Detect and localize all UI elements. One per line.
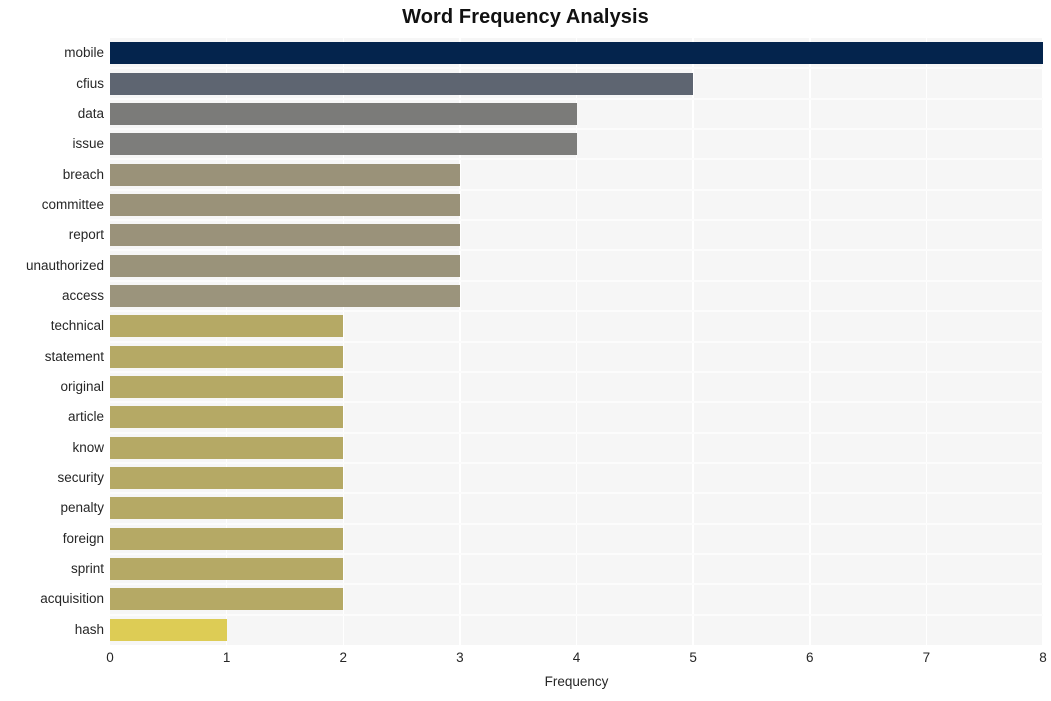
y-axis-tick-label: penalty: [60, 500, 104, 516]
y-axis-tick-label: committee: [41, 196, 104, 212]
bar: [110, 284, 460, 307]
y-axis-tick-label: foreign: [62, 530, 104, 546]
chart-title: Word Frequency Analysis: [402, 6, 649, 28]
y-gridline: [110, 431, 1043, 434]
bar: [110, 133, 577, 156]
bar: [110, 254, 460, 277]
y-gridline: [110, 219, 1043, 222]
y-gridline: [110, 461, 1043, 464]
y-axis-tick-label: unauthorized: [25, 257, 104, 273]
y-axis-tick-label: original: [60, 379, 104, 395]
y-gridline: [110, 279, 1043, 282]
y-gridline: [110, 613, 1043, 616]
y-gridline: [110, 370, 1043, 373]
y-gridline: [110, 401, 1043, 404]
x-axis-tick-label: 1: [222, 650, 231, 665]
y-axis-tick-label: sprint: [70, 561, 104, 577]
bar: [110, 497, 344, 520]
y-axis-tick-label: technical: [50, 318, 104, 334]
x-axis-tick-label: 4: [572, 650, 581, 665]
y-gridline: [110, 249, 1043, 252]
x-axis-tick-label: 5: [689, 650, 697, 665]
bar: [110, 193, 460, 216]
y-axis-tick-label: article: [67, 409, 104, 425]
x-axis-tick-label: 2: [339, 650, 348, 665]
bar: [110, 224, 460, 247]
bar: [110, 163, 460, 186]
y-gridline: [110, 158, 1043, 161]
y-axis-tick-label: know: [72, 439, 104, 455]
bar: [110, 376, 344, 399]
x-axis-tick-label: 8: [1039, 650, 1047, 665]
bar: [110, 315, 344, 338]
y-gridline: [110, 188, 1043, 191]
y-axis-tick-label: statement: [44, 348, 104, 364]
bar: [110, 618, 227, 641]
y-axis-tick-label: breach: [62, 166, 104, 182]
y-gridline: [110, 522, 1043, 525]
y-gridline: [110, 583, 1043, 586]
bar: [110, 406, 344, 429]
y-axis-tick-label: hash: [74, 621, 104, 637]
bar: [110, 345, 344, 368]
x-axis-tick-label: 6: [805, 650, 814, 665]
x-axis-tick-labels: 0 1 2 3 4 5 6 7 8: [106, 650, 1047, 670]
bar: [110, 72, 694, 95]
x-axis-tick-label: 3: [456, 650, 464, 665]
y-axis-tick-label: mobile: [64, 45, 104, 61]
bar: [110, 42, 1043, 65]
y-axis-tick-label: issue: [72, 136, 104, 152]
bar: [110, 527, 344, 550]
y-gridline: [110, 128, 1043, 131]
x-axis-title: Frequency: [544, 674, 609, 689]
x-axis-tick-label: 7: [922, 650, 931, 665]
y-axis-tick-labels: mobile cfius data issue breach committee repor…: [0, 38, 104, 645]
bar: [110, 436, 344, 459]
y-gridline: [110, 340, 1043, 343]
y-axis-tick-label: cfius: [76, 75, 104, 91]
bar: [110, 558, 344, 581]
bar: [110, 588, 344, 611]
y-gridline: [110, 492, 1043, 495]
y-axis-tick-label: security: [57, 470, 104, 486]
x-axis-tick-label: 0: [106, 650, 114, 665]
y-gridline: [110, 552, 1043, 555]
y-axis-tick-label: data: [77, 105, 104, 121]
bar: [110, 102, 577, 125]
y-axis-tick-label: report: [68, 227, 104, 243]
y-gridline: [110, 97, 1043, 100]
y-gridline: [110, 67, 1043, 70]
word-frequency-chart: Word Frequency Analysis mobile cfius data i…: [0, 0, 1051, 701]
y-axis-tick-label: acquisition: [40, 591, 104, 607]
bar: [110, 467, 344, 490]
y-gridline: [110, 310, 1043, 313]
y-axis-tick-label: access: [61, 287, 104, 303]
plot-area: [110, 38, 1043, 645]
